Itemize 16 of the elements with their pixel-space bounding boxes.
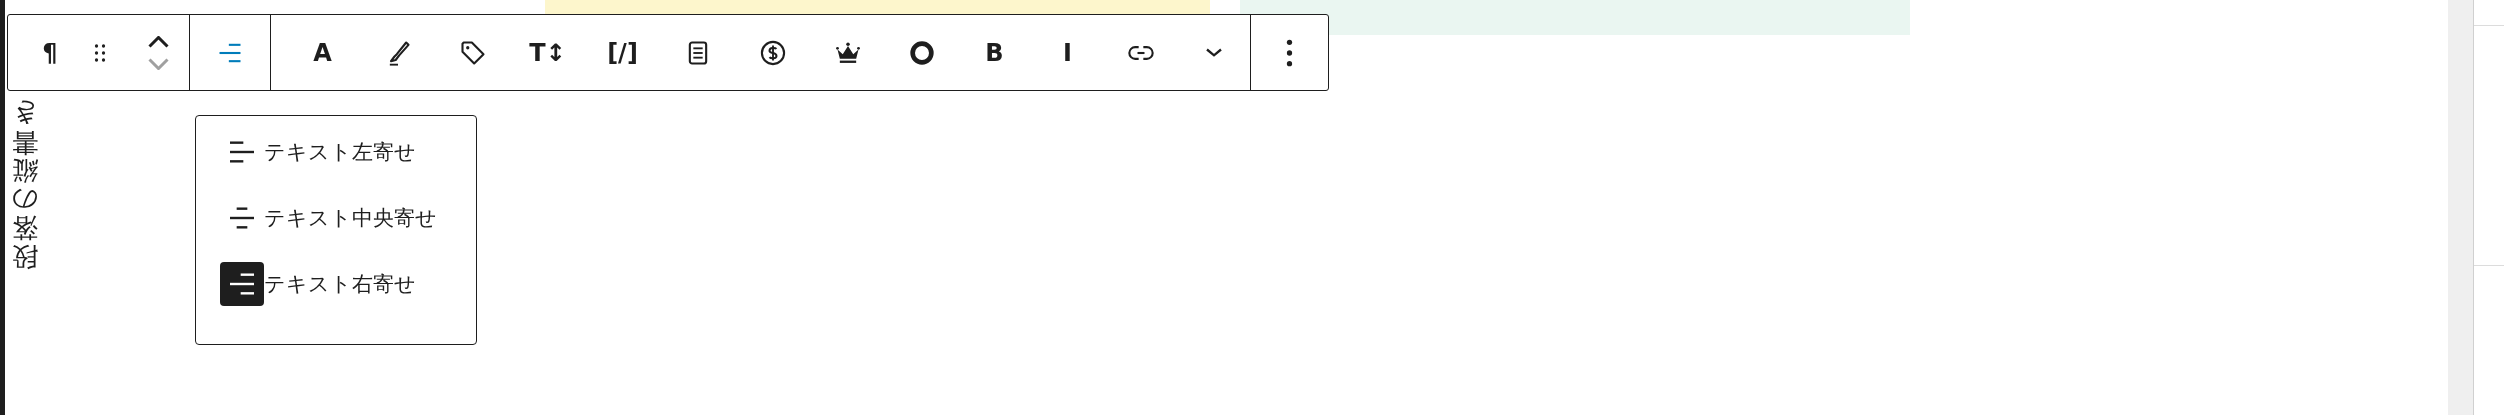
vertical-paragraph: 段落の縦書き: [12, 99, 38, 271]
menu-item[interactable]: テキスト中央寄せ: [220, 196, 476, 240]
chevron-down-icon: [147, 57, 169, 70]
format-button[interactable]: T↕: [510, 28, 585, 77]
chevron-up-icon: [147, 35, 169, 48]
dollar-coin-icon: [758, 38, 787, 67]
ring-icon: [907, 38, 936, 67]
menu-item[interactable]: テキスト右寄せ: [220, 262, 476, 306]
tag-icon: [458, 38, 487, 67]
format-button[interactable]: ¶: [28, 28, 72, 77]
format-button[interactable]: [/]: [585, 28, 660, 77]
format-button[interactable]: A: [285, 28, 360, 77]
more-options-icon: [1286, 38, 1293, 67]
format-button[interactable]: B: [958, 28, 1031, 77]
menu-item[interactable]: テキスト左寄せ: [220, 130, 476, 174]
format-button[interactable]: I: [1031, 28, 1104, 77]
